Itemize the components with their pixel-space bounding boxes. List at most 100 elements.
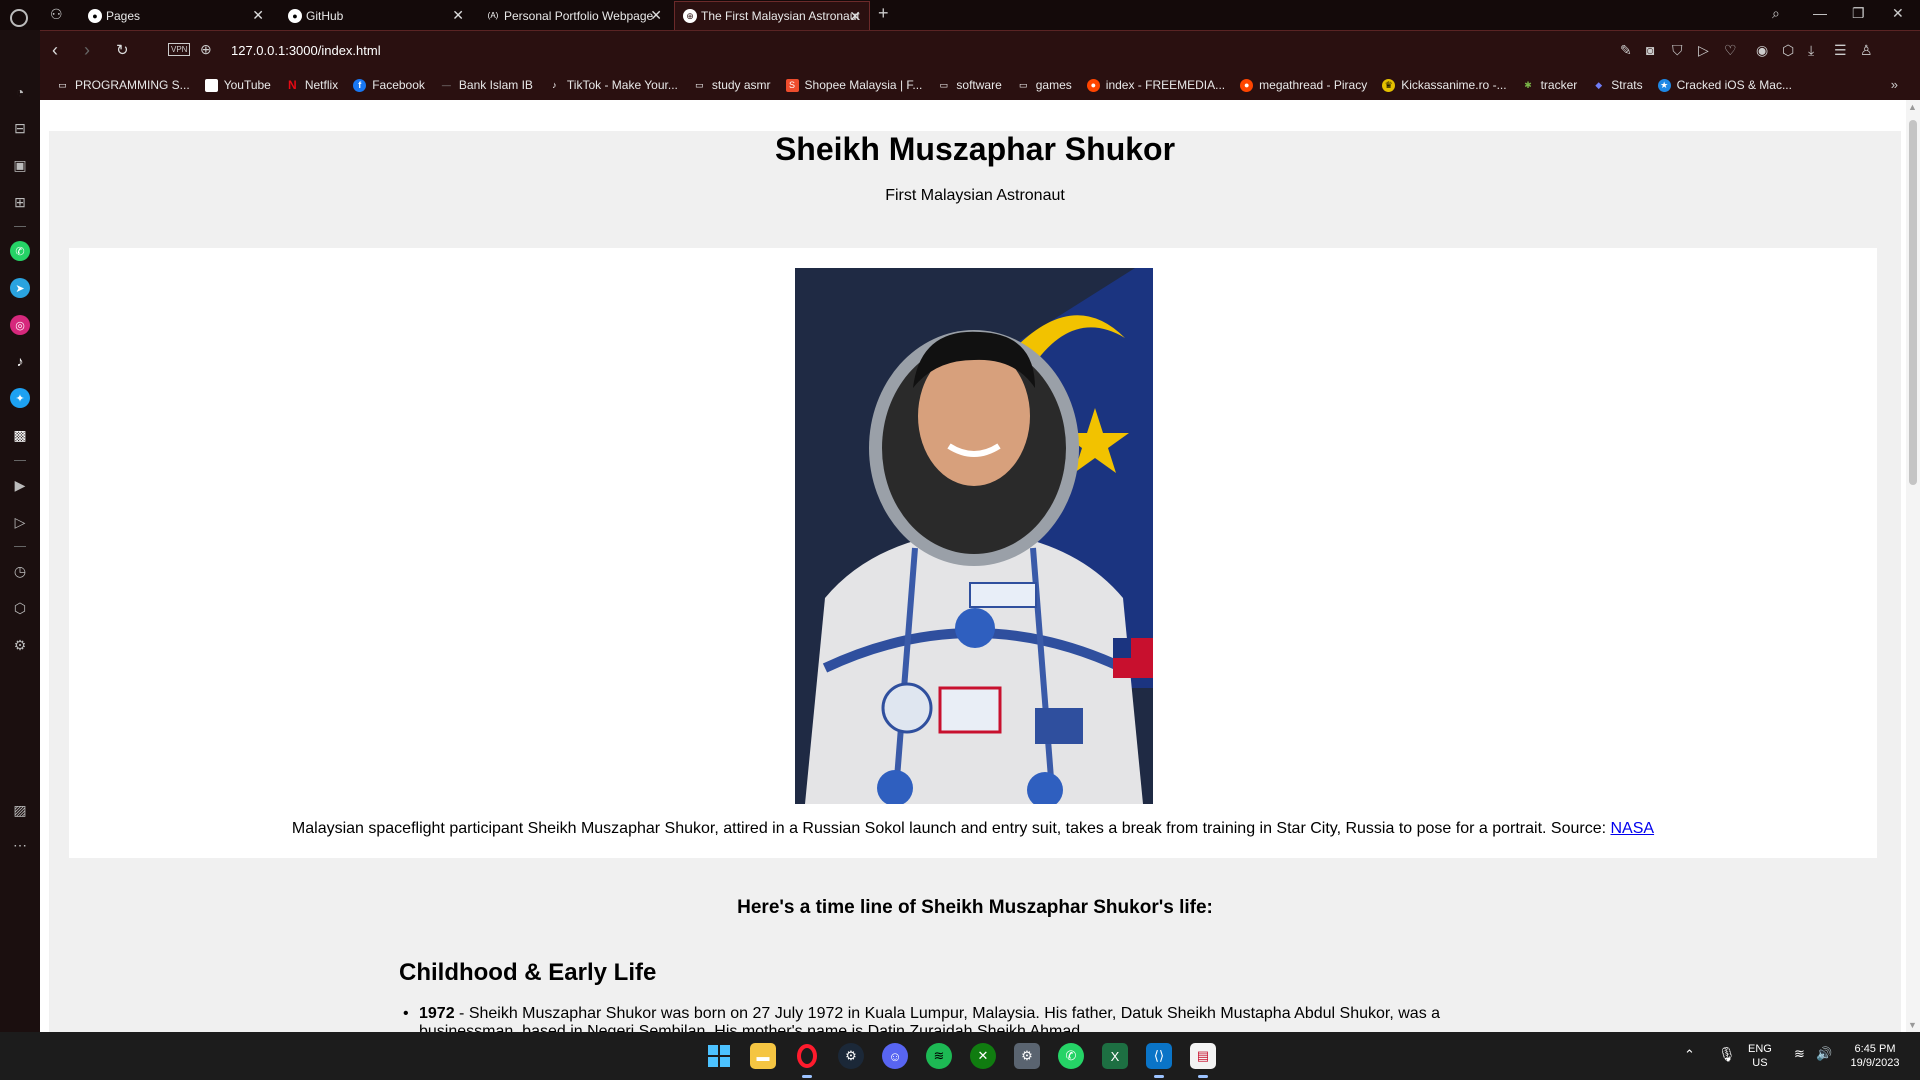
bookmark-item[interactable]: N Netflix [286,78,338,92]
bookmark-item[interactable]: YouTube [204,78,271,92]
caption-text: Malaysian spaceflight participant Sheikh… [291,820,1611,837]
settings-icon[interactable]: ⚙ [1014,1043,1040,1069]
history-icon[interactable]: ◷ [10,561,30,581]
bookmark-item[interactable]: ✱ tracker [1522,78,1577,92]
xbox-icon[interactable]: ✕ [970,1043,996,1069]
tab-title: Pages [106,8,141,23]
reddit-icon: ● [1240,78,1254,92]
back-icon[interactable]: ‹ [52,40,58,61]
bookmark-item[interactable]: f Facebook [353,78,425,92]
bookmark-item[interactable]: ♛ Kickassanime.ro -... [1382,78,1507,92]
whatsapp-icon[interactable]: ✆ [10,241,30,261]
extensions-icon[interactable]: ⬡ [10,598,30,618]
discord-icon[interactable]: ▩ [10,425,30,445]
restore-icon[interactable]: ❐ [1852,5,1865,22]
minimize-icon[interactable]: — [1813,5,1827,21]
windows-start-icon[interactable] [706,1043,732,1069]
easy-setup-menu-icon[interactable]: ☰ [1834,42,1847,59]
tab-portfolio[interactable]: (A) Personal Portfolio Webpage ✕ [478,1,670,30]
flow-send-icon[interactable]: ▷ [1698,42,1709,59]
bookmark-label: megathread - Piracy [1259,78,1368,92]
player-icon[interactable]: ▶ [10,475,30,495]
twitter-icon[interactable]: ✦ [10,388,30,408]
bookmark-item[interactable]: — Bank Islam IB [440,78,533,92]
crypto-wallet-icon[interactable]: ⊞ [10,192,30,212]
forward-icon[interactable]: › [84,40,90,61]
more-bookmarks-icon[interactable]: » [1891,77,1898,92]
scroll-thumb[interactable] [1909,120,1917,485]
close-tab-icon[interactable]: ✕ [650,7,662,24]
bookmark-item[interactable]: ▭ study asmr [693,78,770,92]
bookmark-item[interactable]: ▭ software [937,78,1002,92]
language-indicator[interactable]: ENG US [1748,1042,1772,1070]
tab-astronaut[interactable]: ⊕ The First Malaysian Astronaut ✕ [674,1,870,30]
bookmark-item[interactable]: S Shopee Malaysia | F... [785,78,923,92]
profile-icon[interactable]: ♙ [1860,42,1873,59]
clock[interactable]: 6:45 PM 19/9/2023 [1842,1042,1908,1070]
adblock-shield-icon[interactable]: ⛉ [1672,42,1683,59]
more-icon[interactable]: ⋯ [10,835,30,855]
bookmark-label: index - FREEMEDIA... [1105,78,1226,92]
extensions-cube-icon[interactable]: ⬡ [1782,42,1794,59]
opera-menu-icon[interactable] [10,9,28,27]
tab-github[interactable]: ● GitHub ✕ [280,1,472,30]
vertical-scrollbar[interactable]: ▲ ▼ [1906,100,1920,1032]
show-hidden-icons-icon[interactable]: ⌃ [1684,1048,1695,1062]
downloads-icon[interactable]: ⤓ [1808,42,1814,59]
vscode-icon[interactable]: ⟨⟩ [1146,1043,1172,1069]
bookmark-item[interactable]: ♪ TikTok - Make Your... [548,78,678,92]
reload-icon[interactable]: ↻ [116,41,129,59]
search-tabs-icon[interactable]: ⌕ [1772,5,1780,22]
scroll-down-icon[interactable]: ▼ [1908,1020,1917,1030]
bookmark-label: Facebook [372,78,425,92]
bookmark-item[interactable]: ▭ games [1017,78,1072,92]
url-field[interactable]: 127.0.0.1:3000/index.html [231,43,381,58]
globe-icon: ⊕ [683,9,697,23]
close-tab-icon[interactable]: ✕ [452,7,464,24]
discord-icon[interactable]: ☺ [882,1043,908,1069]
tiktok-icon[interactable]: ♪ [10,351,30,371]
easy-setup-icon[interactable]: ✎ [1620,42,1632,59]
file-explorer-icon[interactable]: ▬ [750,1043,776,1069]
bookmark-label: TikTok - Make Your... [566,78,678,92]
close-tab-icon[interactable]: ✕ [252,7,264,24]
close-tab-icon[interactable]: ✕ [849,8,861,25]
telegram-icon[interactable]: ➤ [10,278,30,298]
microphone-icon[interactable]: 🎙 [1718,1047,1736,1061]
scroll-up-icon[interactable]: ▲ [1908,102,1917,112]
speed-dial-icon[interactable]: ◔ [10,82,30,102]
twitch-icon[interactable]: ▣ [10,155,30,175]
heart-icon[interactable]: ♡ [1724,42,1737,59]
wifi-icon[interactable]: ≋ [1794,1047,1805,1061]
steam-icon[interactable]: ⚙ [838,1043,864,1069]
aria-icon[interactable]: ◉ [1756,42,1768,59]
shopee-icon: S [785,78,799,92]
new-tab-button[interactable]: + [878,3,889,24]
opera-icon[interactable] [794,1043,820,1069]
bookmark-item[interactable]: ● index - FREEMEDIA... [1086,78,1226,92]
settings-icon[interactable]: ⚙ [10,635,30,655]
wallpaper-icon[interactable]: ▨ [10,800,30,820]
sidebar-divider [14,546,26,547]
tab-islands-icon[interactable]: ⚇ [50,6,63,23]
shopping-bag-icon[interactable]: ⊟ [10,118,30,138]
site-info-icon[interactable]: ⊕ [200,41,212,58]
send-icon[interactable]: ▷ [10,512,30,532]
excel-icon[interactable]: X [1102,1043,1128,1069]
vpn-badge[interactable]: VPN [168,43,191,56]
volume-icon[interactable]: 🔊 [1816,1047,1832,1061]
bookmark-label: Shopee Malaysia | F... [804,78,923,92]
bookmark-item[interactable]: ◆ Strats [1592,78,1642,92]
app-icon[interactable]: ▤ [1190,1043,1216,1069]
tab-pages[interactable]: ● Pages ✕ [80,1,272,30]
close-window-icon[interactable]: ✕ [1892,5,1904,22]
snapshot-icon[interactable]: ◙ [1646,42,1654,58]
instagram-icon[interactable]: ◎ [10,315,30,335]
bookmark-item[interactable]: ★ Cracked iOS & Mac... [1657,78,1792,92]
folder-icon: ▭ [1018,79,1028,90]
bookmark-item[interactable]: ● megathread - Piracy [1240,78,1367,92]
bookmark-item[interactable]: ▭ PROGRAMMING S... [56,78,189,92]
whatsapp-icon[interactable]: ✆ [1058,1043,1084,1069]
spotify-icon[interactable]: ≋ [926,1043,952,1069]
nasa-source-link[interactable]: NASA [1611,820,1655,837]
